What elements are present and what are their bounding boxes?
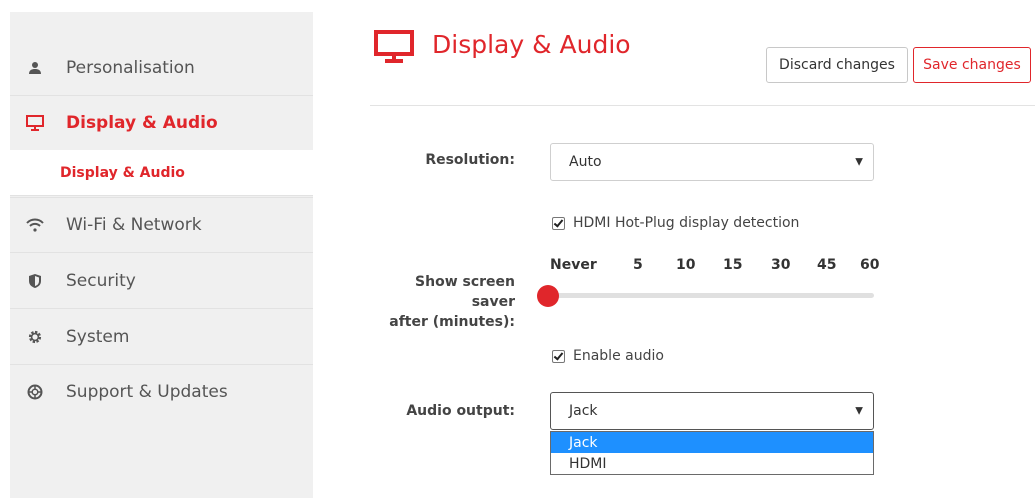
header-divider — [370, 105, 1035, 106]
shield-icon — [26, 272, 44, 290]
slider-tick-30: 30 — [771, 257, 791, 273]
audio-output-label: Audio output: — [406, 403, 515, 419]
slider-tick-never: Never — [550, 257, 597, 273]
sidebar-item-label: Display & Audio — [66, 113, 218, 133]
sidebar-item-wifi-network[interactable]: Wi-Fi & Network — [10, 197, 313, 253]
sidebar-item-security[interactable]: Security — [10, 253, 313, 309]
slider-handle[interactable] — [537, 285, 559, 307]
enable-audio-checkbox[interactable] — [552, 349, 565, 363]
lifebuoy-icon — [26, 383, 44, 401]
hdmi-hotplug-row[interactable]: HDMI Hot-Plug display detection — [552, 215, 799, 231]
hdmi-hotplug-checkbox[interactable] — [552, 216, 565, 230]
screensaver-slider[interactable] — [550, 293, 874, 298]
sidebar-item-label: Wi-Fi & Network — [66, 215, 202, 235]
sidebar-item-support-updates[interactable]: Support & Updates — [10, 364, 313, 420]
sidebar-item-label: Personalisation — [66, 57, 195, 78]
slider-tick-45: 45 — [817, 257, 837, 273]
audio-output-select[interactable]: Jack ▼ — [550, 392, 874, 430]
slider-tick-15: 15 — [723, 257, 743, 273]
discard-changes-button[interactable]: Discard changes — [766, 47, 908, 83]
save-changes-button[interactable]: Save changes — [913, 47, 1031, 83]
sidebar-item-system[interactable]: System — [10, 309, 313, 365]
audio-option-hdmi[interactable]: HDMI — [551, 453, 873, 474]
monitor-icon — [26, 114, 44, 132]
enable-audio-row[interactable]: Enable audio — [552, 348, 664, 364]
page-title: Display & Audio — [432, 30, 631, 59]
audio-output-dropdown: Jack HDMI — [550, 431, 874, 475]
chevron-down-icon: ▼ — [855, 405, 863, 417]
screensaver-label: Show screen saver after (minutes): — [370, 272, 515, 332]
sidebar-item-personalisation[interactable]: Personalisation — [10, 40, 313, 96]
screensaver-label-line2: after (minutes): — [389, 314, 515, 330]
gear-icon — [26, 328, 44, 346]
slider-tick-5: 5 — [633, 257, 643, 273]
sidebar-item-label: Support & Updates — [66, 382, 228, 402]
sidebar-subitem-display-audio[interactable]: Display & Audio — [10, 150, 313, 196]
wifi-icon — [26, 216, 44, 234]
hdmi-hotplug-label: HDMI Hot-Plug display detection — [573, 215, 800, 231]
chevron-down-icon: ▼ — [855, 156, 863, 168]
sidebar-subitem-label: Display & Audio — [60, 164, 185, 181]
person-icon — [26, 59, 44, 77]
monitor-icon — [374, 30, 414, 68]
enable-audio-label: Enable audio — [573, 348, 664, 364]
sidebar-item-label: System — [66, 326, 130, 347]
resolution-select[interactable]: Auto ▼ — [550, 143, 874, 181]
audio-option-jack[interactable]: Jack — [551, 432, 873, 453]
sidebar-item-label: Security — [66, 270, 136, 291]
resolution-value: Auto — [569, 154, 602, 170]
slider-tick-10: 10 — [676, 257, 696, 273]
resolution-label: Resolution: — [425, 152, 515, 168]
audio-output-value: Jack — [569, 403, 598, 419]
screensaver-label-line1: Show screen saver — [415, 274, 515, 310]
slider-tick-60: 60 — [860, 257, 880, 273]
sidebar-item-display-audio[interactable]: Display & Audio — [10, 95, 313, 151]
